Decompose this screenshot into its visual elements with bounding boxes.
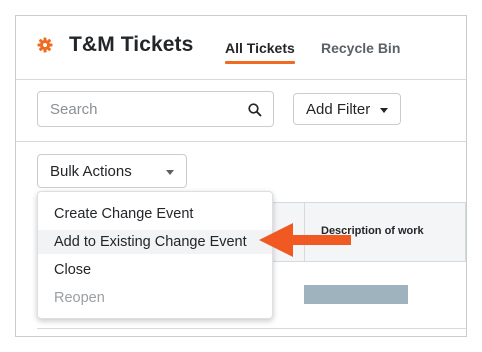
add-filter-button[interactable]: Add Filter xyxy=(293,93,401,125)
bulk-actions-label: Bulk Actions xyxy=(50,163,132,180)
bulk-actions-menu: Create Change Event Add to Existing Chan… xyxy=(37,191,273,319)
chevron-down-icon xyxy=(380,108,388,113)
page-title: T&M Tickets xyxy=(69,33,194,56)
menu-item-create-change-event[interactable]: Create Change Event xyxy=(38,202,272,226)
header-divider xyxy=(16,79,466,80)
annotation-arrow-icon xyxy=(259,223,351,257)
tab-label: All Tickets xyxy=(225,40,295,56)
tab-recycle-bin[interactable]: Recycle Bin xyxy=(321,40,400,64)
column-separator xyxy=(465,203,466,261)
toolbar-divider xyxy=(16,141,466,142)
bulk-actions-button[interactable]: Bulk Actions xyxy=(37,154,187,188)
menu-item-close[interactable]: Close xyxy=(38,258,272,282)
table-cell-placeholder xyxy=(304,285,408,304)
search-input[interactable] xyxy=(50,99,235,119)
app-frame: T&M Tickets All Tickets Recycle Bin Add … xyxy=(15,15,467,337)
gear-icon xyxy=(37,37,53,53)
add-filter-label: Add Filter xyxy=(306,101,371,118)
active-tab-indicator xyxy=(225,61,295,64)
menu-item-add-to-existing-change-event[interactable]: Add to Existing Change Event xyxy=(38,230,272,254)
table-row-divider xyxy=(37,328,466,329)
search-icon[interactable] xyxy=(247,102,263,118)
menu-item-reopen: Reopen xyxy=(54,290,105,306)
tab-label: Recycle Bin xyxy=(321,40,401,56)
tab-all-tickets[interactable]: All Tickets xyxy=(225,40,295,64)
search-box xyxy=(37,91,274,127)
chevron-down-icon xyxy=(166,170,174,175)
